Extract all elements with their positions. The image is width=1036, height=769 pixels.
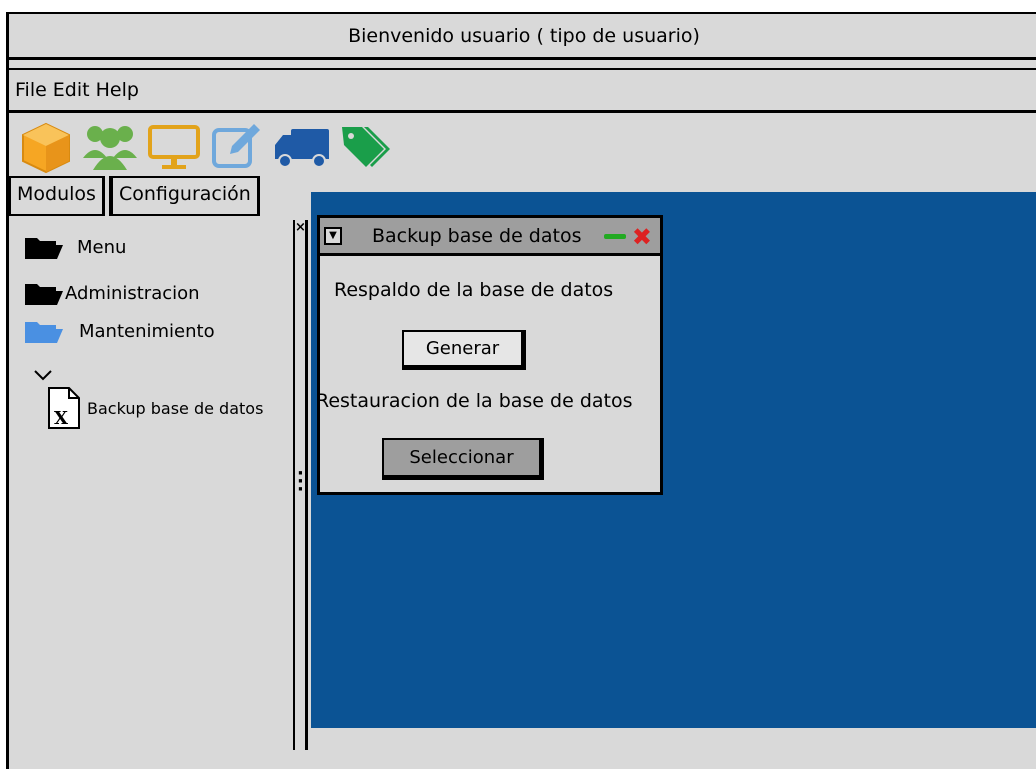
respaldo-label: Respaldo de la base de datos bbox=[334, 279, 614, 301]
users-icon[interactable] bbox=[81, 120, 139, 174]
window-title: Bienvenido usuario ( tipo de usuario) bbox=[348, 24, 700, 47]
panel-splitter[interactable]: × · · · bbox=[293, 220, 313, 750]
tab-modulos-label: Modulos bbox=[17, 183, 96, 205]
minimize-icon[interactable] bbox=[604, 234, 626, 239]
title-bar: Bienvenido usuario ( tipo de usuario) bbox=[9, 14, 1036, 60]
restauracion-label: Restauracion de la base de datos bbox=[316, 390, 633, 412]
dialog-title-bar: ▼ Backup base de datos ✖ bbox=[320, 218, 660, 256]
menu-file[interactable]: File bbox=[15, 79, 47, 101]
generar-button[interactable]: Generar bbox=[402, 330, 526, 370]
close-icon[interactable]: ✖ bbox=[632, 224, 652, 250]
seleccionar-button-label: Seleccionar bbox=[409, 447, 514, 468]
seleccionar-button[interactable]: Seleccionar bbox=[382, 438, 544, 480]
tree-item-administracion[interactable]: Administracion bbox=[23, 280, 200, 306]
tree-label-administracion: Administracion bbox=[65, 282, 200, 304]
generar-button-label: Generar bbox=[425, 338, 500, 359]
tab-configuracion[interactable]: Configuración bbox=[108, 176, 260, 216]
module-tabs: Modulos Configuración bbox=[9, 176, 260, 216]
folder-open-icon bbox=[25, 322, 63, 343]
folder-open-icon bbox=[25, 238, 63, 259]
drag-handle-icon[interactable]: · · · bbox=[297, 465, 304, 499]
svg-text:X: X bbox=[54, 408, 68, 429]
menu-help[interactable]: Help bbox=[96, 79, 139, 101]
monitor-icon[interactable] bbox=[145, 120, 203, 174]
backup-dialog: ▼ Backup base de datos ✖ Respaldo de la … bbox=[316, 215, 663, 495]
application-window: Bienvenido usuario ( tipo de usuario) Fi… bbox=[6, 12, 1036, 769]
tree-item-menu[interactable]: Menu bbox=[23, 234, 126, 260]
menu-bar: File Edit Help bbox=[9, 68, 1036, 113]
truck-icon[interactable] bbox=[273, 120, 331, 174]
tab-modulos[interactable]: Modulos bbox=[9, 176, 105, 216]
tag-icon[interactable] bbox=[337, 120, 395, 174]
close-panel-icon[interactable]: × bbox=[295, 220, 306, 235]
tree-label-backup: Backup base de datos bbox=[87, 398, 264, 418]
edit-icon[interactable] bbox=[209, 120, 267, 174]
tree-item-mantenimiento[interactable]: Mantenimiento bbox=[23, 318, 215, 344]
menu-edit[interactable]: Edit bbox=[53, 79, 90, 101]
folder-open-icon bbox=[25, 284, 63, 305]
tab-configuracion-label: Configuración bbox=[118, 183, 251, 205]
toolbar bbox=[17, 118, 395, 176]
package-icon[interactable] bbox=[17, 120, 75, 174]
dialog-title: Backup base de datos bbox=[372, 224, 582, 247]
tree-item-backup[interactable]: X Backup base de datos bbox=[45, 384, 263, 432]
chevron-down-icon[interactable] bbox=[33, 368, 53, 382]
excel-file-icon: X bbox=[48, 387, 80, 429]
tree-label-menu: Menu bbox=[77, 236, 127, 258]
collapse-icon[interactable]: ▼ bbox=[324, 226, 342, 245]
tree-label-mantenimiento: Mantenimiento bbox=[79, 320, 215, 342]
